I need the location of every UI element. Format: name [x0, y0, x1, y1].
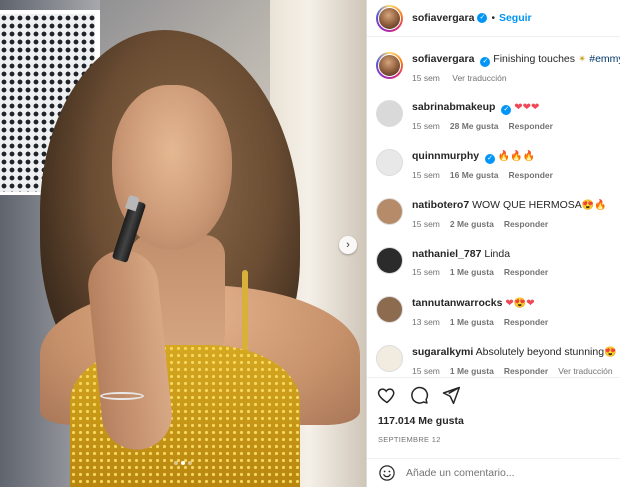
caption-row: sofiavergara ✓ Finishing touches ✴ #emmy… — [376, 52, 620, 83]
comment-icon[interactable] — [409, 385, 429, 405]
comments-list[interactable]: sofiavergara ✓ Finishing touches ✴ #emmy… — [367, 37, 620, 377]
commenter-avatar[interactable] — [376, 100, 403, 127]
comment-meta: 15 sem 28 Me gusta Responder — [412, 121, 563, 131]
photo-bracelet — [100, 392, 144, 400]
commenter-avatar[interactable] — [376, 247, 403, 274]
reply-button[interactable]: Responder — [504, 267, 548, 277]
sparkle-icon: ✴ — [577, 54, 587, 65]
comment-likes[interactable]: 2 Me gusta — [450, 219, 494, 229]
post-photo[interactable]: › — [0, 0, 366, 487]
carousel-dot — [174, 461, 178, 465]
caption-username[interactable]: sofiavergara — [412, 53, 474, 65]
comment-age: 15 sem — [412, 121, 440, 131]
comment-input[interactable] — [406, 467, 606, 479]
comment-line: sugaralkymi Absolutely beyond stunning😍 — [412, 345, 620, 360]
reply-button[interactable]: Responder — [509, 170, 553, 180]
comment-username[interactable]: quinnmurphy — [412, 150, 479, 162]
post-date: SEPTIEMBRE 12 — [378, 435, 441, 444]
dress-strap-right — [242, 270, 248, 360]
comment-row: tannutanwarrocks ❤😍❤ 13 sem 1 Me gusta Resp… — [376, 296, 620, 327]
chevron-right-icon: › — [346, 239, 350, 251]
like-count[interactable]: 117.014 Me gusta — [378, 415, 464, 427]
next-slide-button[interactable]: › — [339, 236, 357, 254]
comment-username[interactable]: natibotero7 — [412, 199, 469, 211]
caption-age: 15 sem — [412, 73, 440, 83]
comment-likes[interactable]: 1 Me gusta — [450, 317, 494, 327]
comment-age: 13 sem — [412, 317, 440, 327]
caption-line: sofiavergara ✓ Finishing touches ✴ #emmy… — [412, 52, 620, 67]
carousel-dot — [181, 461, 185, 465]
comment-row: natibotero7 WOW QUE HERMOSA😍🔥 15 sem 2 Me … — [376, 198, 620, 229]
post-side-panel: sofiavergara ✓ • Seguir sofiavergara ✓ F… — [366, 0, 620, 487]
comment-line: nathaniel_787 Linda — [412, 247, 558, 261]
share-icon[interactable] — [441, 385, 461, 405]
caption-hashtag[interactable]: #emmys — [589, 53, 620, 65]
comment-likes[interactable]: 1 Me gusta — [450, 267, 494, 277]
comment-likes[interactable]: 28 Me gusta — [450, 121, 499, 131]
verified-badge-icon: ✓ — [485, 154, 495, 164]
author-avatar[interactable] — [376, 4, 403, 32]
commenter-avatar[interactable] — [376, 345, 403, 372]
comment-age: 15 sem — [412, 170, 440, 180]
comment-age: 15 sem — [412, 366, 440, 376]
comment-meta: 15 sem 1 Me gusta Responder Ver traducción — [412, 366, 620, 376]
verified-badge-icon: ✓ — [480, 57, 491, 67]
author-username[interactable]: sofiavergara — [412, 12, 474, 24]
comment-line: sabrinabmakeup ✓ ❤❤❤ — [412, 100, 563, 115]
comment-meta: 13 sem 1 Me gusta Responder — [412, 317, 558, 327]
comment-line: tannutanwarrocks ❤😍❤ — [412, 296, 558, 311]
comment-row: sugaralkymi Absolutely beyond stunning😍 1… — [376, 345, 620, 376]
comment-age: 15 sem — [412, 267, 440, 277]
see-translation-link[interactable]: Ver traducción — [452, 73, 506, 83]
reply-button[interactable]: Responder — [504, 317, 548, 327]
carousel-dot — [188, 461, 192, 465]
reply-button[interactable]: Responder — [504, 366, 548, 376]
commenter-avatar[interactable] — [376, 296, 403, 323]
comment-username[interactable]: tannutanwarrocks — [412, 297, 502, 309]
comment-emoji: ❤😍❤ — [505, 298, 535, 309]
follow-button[interactable]: Seguir — [499, 12, 532, 24]
caption-text: Finishing touches — [493, 53, 576, 65]
commenter-avatar[interactable] — [376, 198, 403, 225]
see-translation-link[interactable]: Ver traducción — [558, 366, 612, 376]
comment-composer — [367, 458, 620, 487]
comment-emoji: 😍 — [604, 347, 617, 358]
comment-line: natibotero7 WOW QUE HERMOSA😍🔥 — [412, 198, 607, 213]
comment-emoji: ❤❤❤ — [514, 102, 540, 113]
comment-row: sabrinabmakeup ✓ ❤❤❤ 15 sem 28 Me gusta Res… — [376, 100, 620, 131]
commenter-avatar[interactable] — [376, 149, 403, 176]
comment-row: nathaniel_787 Linda 15 sem 1 Me gusta Respo… — [376, 247, 620, 277]
comment-meta: 15 sem 16 Me gusta Responder — [412, 170, 563, 180]
comment-likes[interactable]: 1 Me gusta — [450, 366, 494, 376]
comment-username[interactable]: nathaniel_787 — [412, 248, 481, 260]
comment-likes[interactable]: 16 Me gusta — [450, 170, 499, 180]
comment-text: WOW QUE HERMOSA — [472, 199, 582, 211]
comment-meta: 15 sem 1 Me gusta Responder — [412, 267, 558, 277]
emoji-icon[interactable] — [378, 464, 396, 482]
comment-row: quinnmurphy ✓ 🔥🔥🔥 15 sem 16 Me gusta Respon… — [376, 149, 620, 180]
comment-meta: 15 sem 2 Me gusta Responder — [412, 219, 607, 229]
post-actions — [367, 377, 620, 412]
reply-button[interactable]: Responder — [509, 121, 553, 131]
carousel-dots — [174, 461, 192, 465]
comment-text: Linda — [484, 248, 511, 260]
comment-line: quinnmurphy ✓ 🔥🔥🔥 — [412, 149, 563, 164]
heart-icon[interactable] — [377, 385, 397, 405]
header-separator: • — [491, 12, 495, 24]
caption-author-avatar[interactable] — [376, 52, 403, 79]
reply-button[interactable]: Responder — [504, 219, 548, 229]
comment-username[interactable]: sabrinabmakeup — [412, 101, 495, 113]
comment-emoji: 🔥🔥🔥 — [497, 151, 536, 162]
comment-text: Absolutely beyond stunning — [475, 346, 605, 358]
caption-meta: 15 sem Ver traducción — [412, 73, 620, 83]
comment-emoji: 😍🔥 — [581, 200, 607, 211]
comment-age: 15 sem — [412, 219, 440, 229]
comment-username[interactable]: sugaralkymi — [412, 346, 473, 358]
post-header: sofiavergara ✓ • Seguir — [367, 0, 620, 37]
verified-badge-icon: ✓ — [501, 105, 512, 115]
verified-badge-icon: ✓ — [477, 13, 488, 23]
